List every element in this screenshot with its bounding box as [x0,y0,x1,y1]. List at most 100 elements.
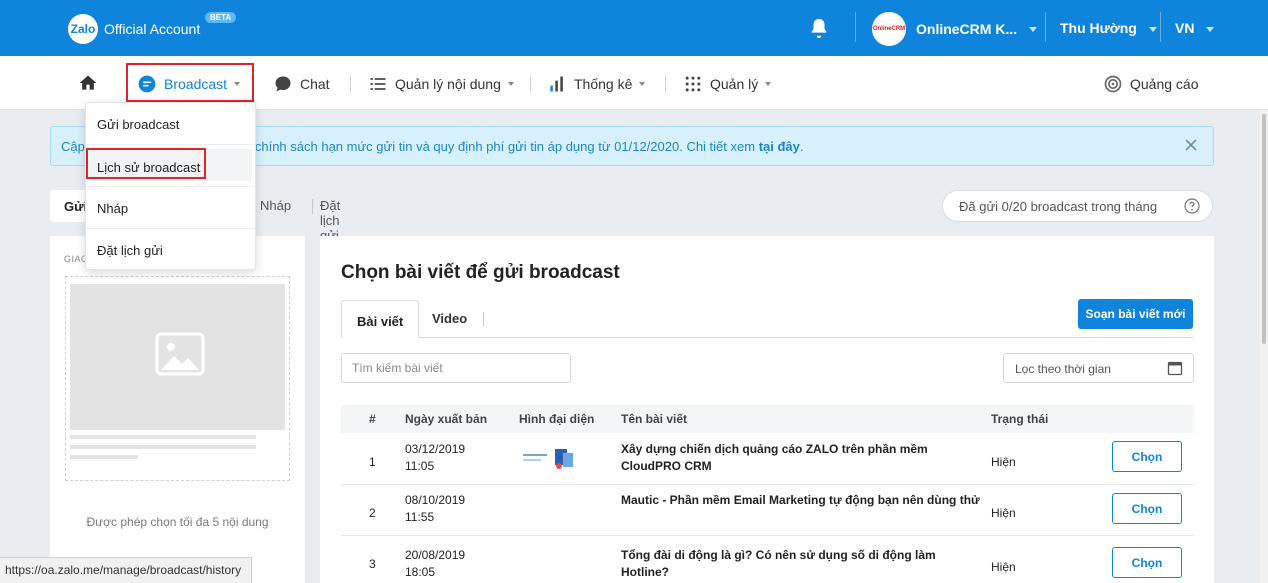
row-title[interactable]: Mautic - Phần mềm Email Marketing tự độn… [621,492,981,509]
preview-line [70,445,256,449]
preview-panel: GIAO Được phép chọn tối đa 5 nội dung [50,236,305,583]
topbar-divider [855,12,856,42]
new-post-button[interactable]: Soạn bài viết mới [1078,299,1193,329]
nav-manage[interactable]: Quản lý [683,74,772,94]
row-number: 3 [369,557,376,571]
row-status: Hiện [991,506,1016,520]
row-date: 03/12/2019 [405,442,466,456]
select-post-button[interactable]: Chọn [1112,547,1182,578]
calendar-icon [1167,361,1183,376]
account-avatar: OnlineCRM [872,12,906,46]
sent-count-badge: Đã gửi 0/20 broadcast trong tháng [942,190,1213,222]
account-name: OnlineCRM K... [916,21,1018,37]
broadcast-highlight-box [126,63,254,102]
chevron-down-icon [507,82,514,86]
scrollbar-thumb[interactable] [1262,114,1266,344]
date-filter-label: Lọc theo thời gian [1015,362,1111,376]
tab-divider [483,312,484,326]
menu-item-send-broadcast[interactable]: Gửi broadcast [86,103,255,144]
language-label: VN [1175,20,1195,36]
user-name: Thu Hường [1060,20,1137,36]
menu-item-draft[interactable]: Nháp [86,187,255,228]
preview-line [70,435,256,439]
beta-badge: BETA [205,12,237,23]
search-input[interactable] [341,353,571,383]
row-number: 1 [369,455,376,469]
target-icon [1104,75,1122,93]
preview-line [70,455,138,459]
help-icon[interactable] [1184,198,1200,214]
topbar-divider [1160,12,1161,42]
date-filter[interactable]: Lọc theo thời gian [1003,353,1194,383]
notice-prefix: Cập [61,139,85,154]
chevron-down-icon [1206,26,1215,32]
close-icon[interactable] [1183,137,1199,153]
status-url: https://oa.zalo.me/manage/broadcast/hist… [5,563,242,577]
nav-chat-label: Chat [300,76,330,92]
column-header: Tên bài viết [621,412,688,426]
tab-underline [419,337,1194,338]
column-header: Hình đại diện [519,412,595,426]
row-number: 2 [369,506,376,520]
select-post-button[interactable]: Chọn [1112,441,1182,472]
chevron-down-icon [765,82,772,86]
subtab-draft[interactable]: Nháp [260,198,291,213]
row-date: 08/10/2019 [405,493,466,507]
subtab-divider [312,199,313,214]
nav-stats-label: Thống kê [574,76,633,92]
subtab-send[interactable]: Gửi [50,190,90,222]
nav-chat[interactable]: Chat [273,74,330,94]
nav-divider [665,75,666,93]
menu-divider [86,144,255,145]
table-row: 1 03/12/2019 11:05 Xây dựng chiến dịch q… [341,435,1194,485]
language-selector[interactable]: VN [1175,20,1215,36]
notice-suffix: . [799,139,804,154]
nav-ads-label: Quảng cáo [1130,76,1199,92]
chevron-down-icon [1148,26,1157,32]
nav-content[interactable]: Quản lý nội dung [368,74,514,94]
nav-manage-label: Quản lý [710,76,759,92]
bar-chart-icon [550,76,563,92]
select-post-button[interactable]: Chọn [1112,493,1182,524]
row-time: 11:05 [405,459,435,473]
row-date: 20/08/2019 [405,548,466,562]
page-title: Chọn bài viết để gửi broadcast [341,262,620,283]
tab-video[interactable]: Video [432,311,467,326]
table-header: # Ngày xuất bản Hình đại diện Tên bài vi… [341,405,1194,433]
notice-link[interactable]: tại đây [759,139,800,154]
nav-content-label: Quản lý nội dung [395,76,501,92]
tab-posts[interactable]: Bài viết [341,300,419,338]
table-row: 2 08/10/2019 11:55 Mautic - Phần mềm Ema… [341,486,1194,536]
zalo-logo[interactable]: Zalo Official Account BETA [68,12,237,44]
user-menu[interactable]: Thu Hường [1060,20,1157,36]
nav-divider [350,75,351,93]
menu-item-scheduled[interactable]: Đặt lịch gửi [86,229,255,270]
notice-body: chính sách hạn mức gửi tin và quy định p… [254,139,759,154]
sent-count-text: Đã gửi 0/20 broadcast trong tháng [959,199,1158,214]
post-thumbnail [523,449,573,469]
column-header: Ngày xuất bản [405,412,488,426]
table-row: 3 20/08/2019 18:05 Tổng đài di động là g… [341,537,1194,583]
home-icon[interactable] [78,73,98,93]
bell-icon[interactable] [808,17,830,39]
row-status: Hiện [991,455,1016,469]
grid-icon [685,76,701,92]
row-title[interactable]: Xây dựng chiến dịch quảng cáo ZALO trên … [621,441,981,475]
browser-status-bar: https://oa.zalo.me/manage/broadcast/hist… [0,557,253,583]
top-bar: Zalo Official Account BETA OnlineCRM Onl… [0,0,1268,56]
zalo-badge: Zalo [68,14,98,44]
list-icon [370,78,386,90]
preview-caption: Được phép chọn tối đa 5 nội dung [86,515,269,529]
post-picker: Chọn bài viết để gửi broadcast Bài viết … [320,236,1214,583]
row-time: 11:55 [405,510,435,524]
nav-divider [530,75,531,93]
nav-stats[interactable]: Thống kê [547,74,646,94]
history-highlight-box [86,148,206,179]
image-icon [155,332,205,376]
account-switcher[interactable]: OnlineCRM OnlineCRM K... [872,12,1038,46]
chat-icon [275,76,291,92]
column-header: # [369,412,376,426]
row-title[interactable]: Tổng đài di động là gì? Có nên sử dụng s… [621,547,981,581]
nav-ads[interactable]: Quảng cáo [1103,74,1199,94]
preview-image-placeholder [70,284,285,430]
